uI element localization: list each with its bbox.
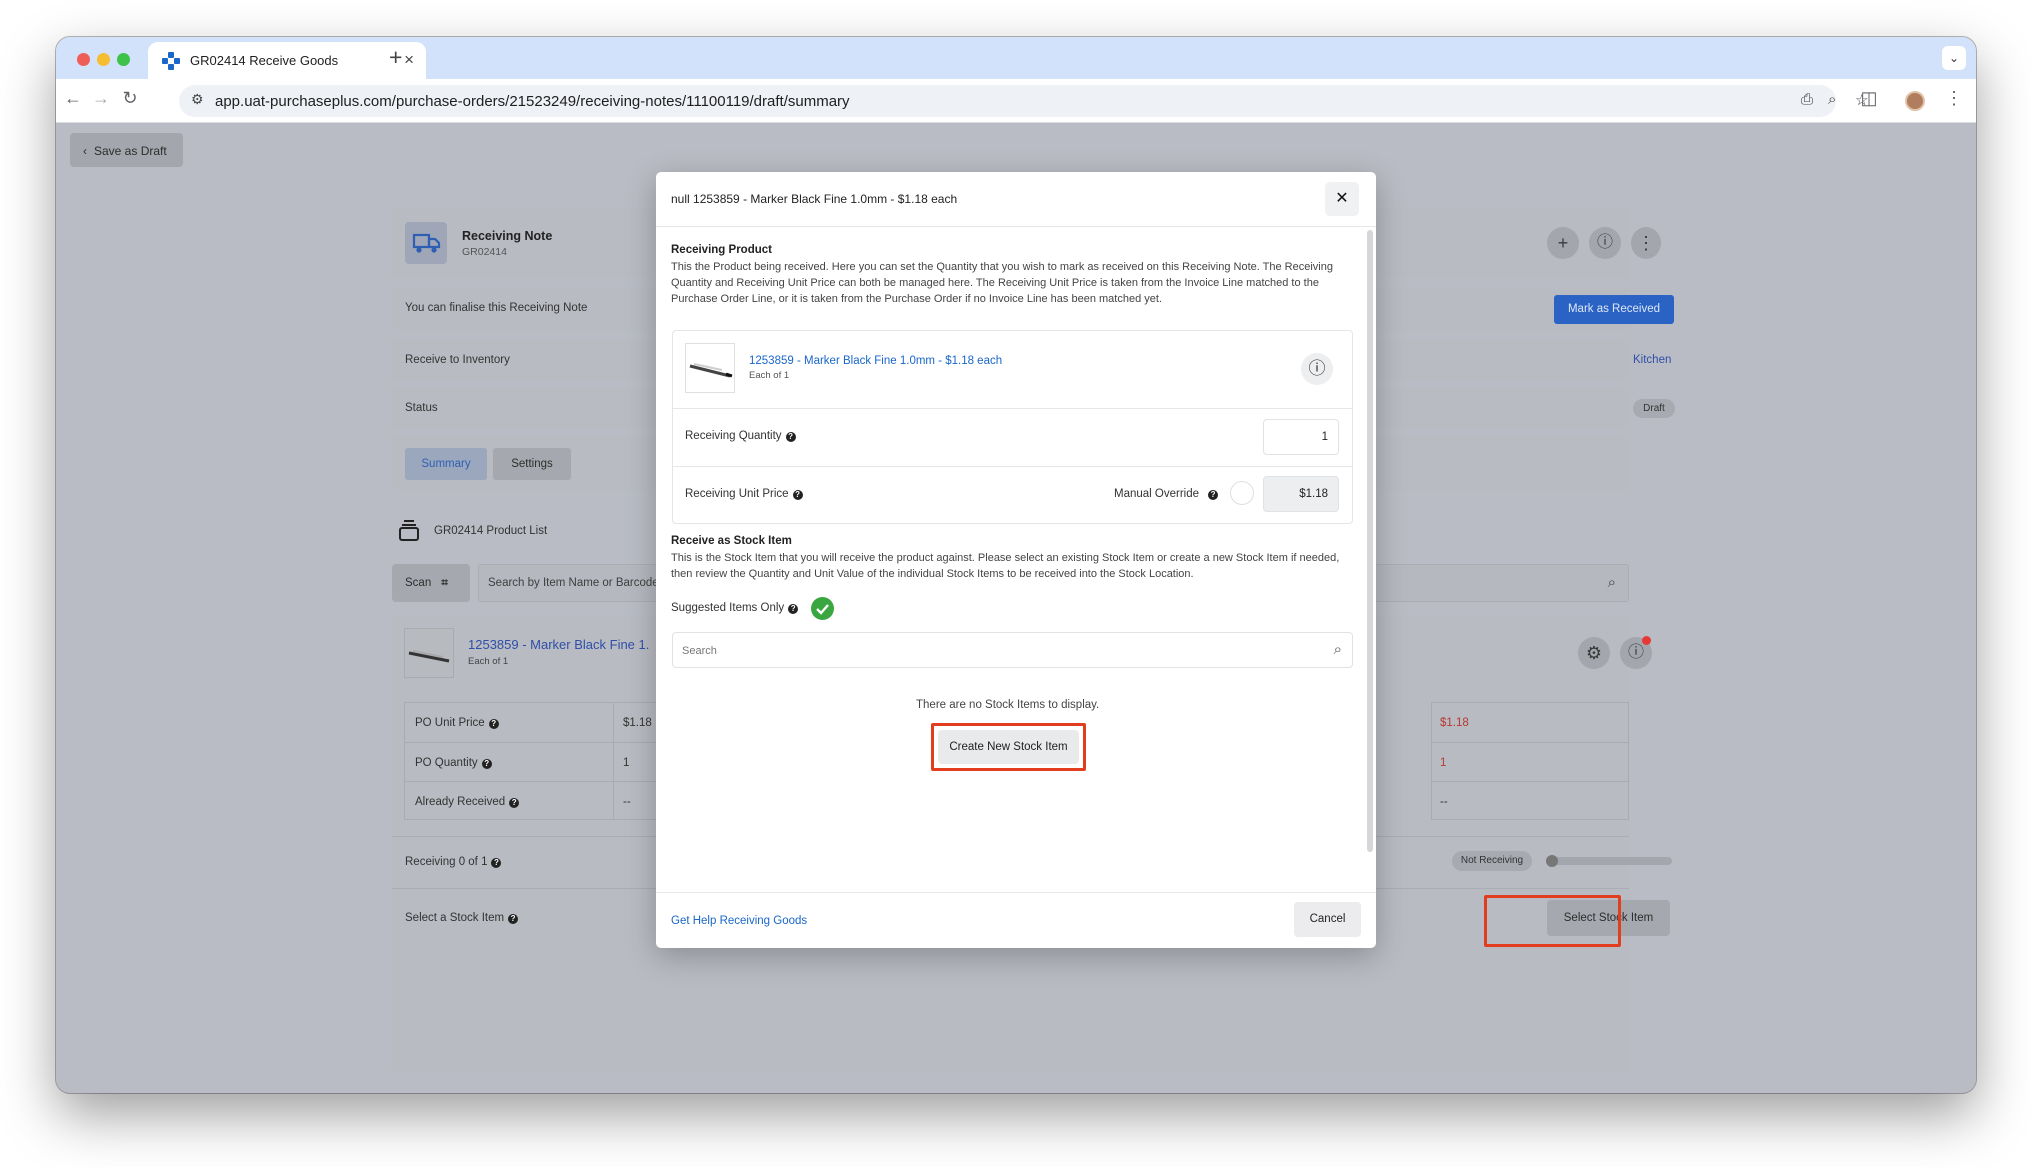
minimize-window-button[interactable] xyxy=(97,53,110,66)
site-info-icon[interactable]: ⚙ xyxy=(191,91,204,108)
tab-strip: GR02414 Receive Goods × + ⌄ xyxy=(56,37,1976,79)
receive-to-inventory-label: Receive to Inventory xyxy=(405,354,510,366)
already-received-label: Already Received? xyxy=(415,796,520,808)
receiving-received-value: -- xyxy=(1440,796,1448,808)
suggested-items-label: Suggested Items Only? xyxy=(671,602,799,614)
modal-product-info-icon[interactable]: ⓘ xyxy=(1301,353,1333,385)
select-stock-item-label: Select a Stock Item? xyxy=(405,912,519,924)
receive-product-modal: null 1253859 - Marker Black Fine 1.0mm -… xyxy=(656,172,1376,948)
forward-arrow-icon[interactable]: → xyxy=(90,88,112,109)
po-quantity-label: PO Quantity? xyxy=(415,757,492,769)
tab-summary[interactable]: Summary xyxy=(405,448,487,480)
receiving-count-label: Receiving 0 of 1? xyxy=(405,856,502,868)
browser-toolbar: ← → ↻ ⚙ app.uat-purchaseplus.com/purchas… xyxy=(56,79,1976,123)
product-unit: Each of 1 xyxy=(468,656,509,667)
select-stock-item-highlight xyxy=(1484,895,1621,947)
receiving-unit-price-input[interactable]: $1.18 xyxy=(1263,476,1339,512)
tab-close-icon[interactable]: × xyxy=(404,50,414,70)
scan-button[interactable]: Scan ⌗ xyxy=(392,564,470,602)
chevron-left-icon: ‹ xyxy=(83,144,87,158)
address-bar[interactable]: ⚙ app.uat-purchaseplus.com/purchase-orde… xyxy=(179,85,1868,117)
search-icon: ⌕ xyxy=(1607,574,1616,591)
po-unit-price-label: PO Unit Price? xyxy=(415,717,499,729)
truck-icon xyxy=(405,222,447,264)
manual-override-toggle[interactable] xyxy=(1230,481,1254,505)
browser-tab[interactable]: GR02414 Receive Goods × xyxy=(148,42,426,79)
modal-product-unit: Each of 1 xyxy=(749,370,790,381)
finalise-text: You can finalise this Receiving Note xyxy=(405,302,588,314)
profile-avatar[interactable] xyxy=(1905,91,1925,111)
modal-scrollbar[interactable] xyxy=(1367,230,1373,852)
zoom-icon[interactable]: ⌕ xyxy=(1828,91,1836,108)
save-as-draft-label: Save as Draft xyxy=(94,144,167,158)
receiving-progress-knob xyxy=(1546,855,1558,867)
url-text: app.uat-purchaseplus.com/purchase-orders… xyxy=(215,93,850,110)
product-thumbnail xyxy=(404,628,454,678)
receiving-unit-price-value: $1.18 xyxy=(1440,717,1469,729)
tab-search-chevron-icon[interactable]: ⌄ xyxy=(1942,46,1966,70)
purchaseplus-favicon-icon xyxy=(162,52,180,70)
barcode-scan-icon: ⌗ xyxy=(441,577,448,589)
status-label: Status xyxy=(405,402,438,414)
scan-label: Scan xyxy=(405,577,432,589)
product-list-icon xyxy=(397,519,421,543)
receiving-quantity-label: Receiving Quantity? xyxy=(685,430,796,442)
already-received-value: -- xyxy=(623,796,631,808)
receiving-product-heading: Receiving Product xyxy=(671,244,772,256)
extensions-icon[interactable]: ◫ xyxy=(1858,88,1880,109)
not-receiving-badge: Not Receiving xyxy=(1452,851,1532,871)
browser-window: GR02414 Receive Goods × + ⌄ ← → ↻ ⚙ app.… xyxy=(56,37,1976,1093)
mark-as-received-button[interactable]: Mark as Received xyxy=(1554,295,1674,324)
po-details-table: PO Unit Price? PO Quantity? Already Rece… xyxy=(404,702,667,820)
more-options-icon[interactable]: ⋮ xyxy=(1631,227,1661,259)
reload-icon[interactable]: ↻ xyxy=(119,88,141,109)
receiving-unit-price-label: Receiving Unit Price? xyxy=(685,488,803,500)
tab-title: GR02414 Receive Goods xyxy=(190,53,339,68)
back-arrow-icon[interactable]: ← xyxy=(62,88,84,109)
product-list-title: GR02414 Product List xyxy=(434,525,548,537)
modal-product-name-link[interactable]: 1253859 - Marker Black Fine 1.0mm - $1.1… xyxy=(749,355,1002,367)
stock-item-search-input[interactable]: Search ⌕ xyxy=(672,632,1353,668)
cancel-button[interactable]: Cancel xyxy=(1294,902,1361,937)
product-settings-gear-icon[interactable]: ⚙ xyxy=(1578,637,1610,669)
empty-stock-items-text: There are no Stock Items to display. xyxy=(916,699,1100,711)
close-window-button[interactable] xyxy=(77,53,90,66)
receiving-note-number: GR02414 xyxy=(462,246,507,258)
new-tab-icon[interactable]: + xyxy=(389,44,402,71)
browser-menu-icon[interactable]: ⋮ xyxy=(1943,88,1965,109)
po-quantity-value: 1 xyxy=(623,757,630,769)
stock-search-icon: ⌕ xyxy=(1333,641,1342,658)
receiving-progress-bar xyxy=(1546,855,1672,867)
product-name-link[interactable]: 1253859 - Marker Black Fine 1. xyxy=(468,637,649,652)
receiving-values-table: $1.18 1 -- xyxy=(1431,702,1629,820)
add-icon[interactable]: + xyxy=(1547,227,1579,259)
info-icon[interactable]: ⓘ xyxy=(1589,227,1621,259)
save-as-draft-button[interactable]: ‹ Save as Draft xyxy=(70,133,183,167)
install-app-icon[interactable]: ⎙ xyxy=(1801,91,1813,108)
stock-item-heading: Receive as Stock Item xyxy=(671,535,792,547)
get-help-link[interactable]: Get Help Receiving Goods xyxy=(671,915,807,927)
modal-footer: Get Help Receiving Goods Cancel xyxy=(656,892,1376,948)
manual-override-label: Manual Override? xyxy=(1114,488,1219,500)
tab-settings[interactable]: Settings xyxy=(493,448,571,480)
po-unit-price-value: $1.18 xyxy=(623,717,652,729)
create-stock-item-highlight xyxy=(931,723,1086,771)
product-search-placeholder: Search by Item Name or Barcode xyxy=(488,577,659,589)
status-badge: Draft xyxy=(1633,399,1675,418)
receiving-note-title: Receiving Note xyxy=(462,229,553,243)
modal-close-icon[interactable]: ✕ xyxy=(1325,182,1359,216)
stock-search-placeholder: Search xyxy=(682,645,717,657)
modal-product-thumbnail xyxy=(685,343,735,393)
receiving-product-description: This the Product being received. Here yo… xyxy=(671,261,1333,305)
notification-dot xyxy=(1642,636,1651,645)
modal-header: null 1253859 - Marker Black Fine 1.0mm -… xyxy=(656,172,1376,227)
inventory-location-link[interactable]: Kitchen xyxy=(1633,354,1671,366)
modal-title: null 1253859 - Marker Black Fine 1.0mm -… xyxy=(671,192,958,206)
receiving-product-box: 1253859 - Marker Black Fine 1.0mm - $1.1… xyxy=(672,330,1353,524)
maximize-window-button[interactable] xyxy=(117,53,130,66)
stock-item-description: This is the Stock Item that you will rec… xyxy=(671,552,1340,580)
receiving-quantity-value: 1 xyxy=(1440,757,1447,769)
suggested-items-toggle[interactable] xyxy=(811,597,834,620)
receiving-quantity-input[interactable]: 1 xyxy=(1263,419,1339,455)
